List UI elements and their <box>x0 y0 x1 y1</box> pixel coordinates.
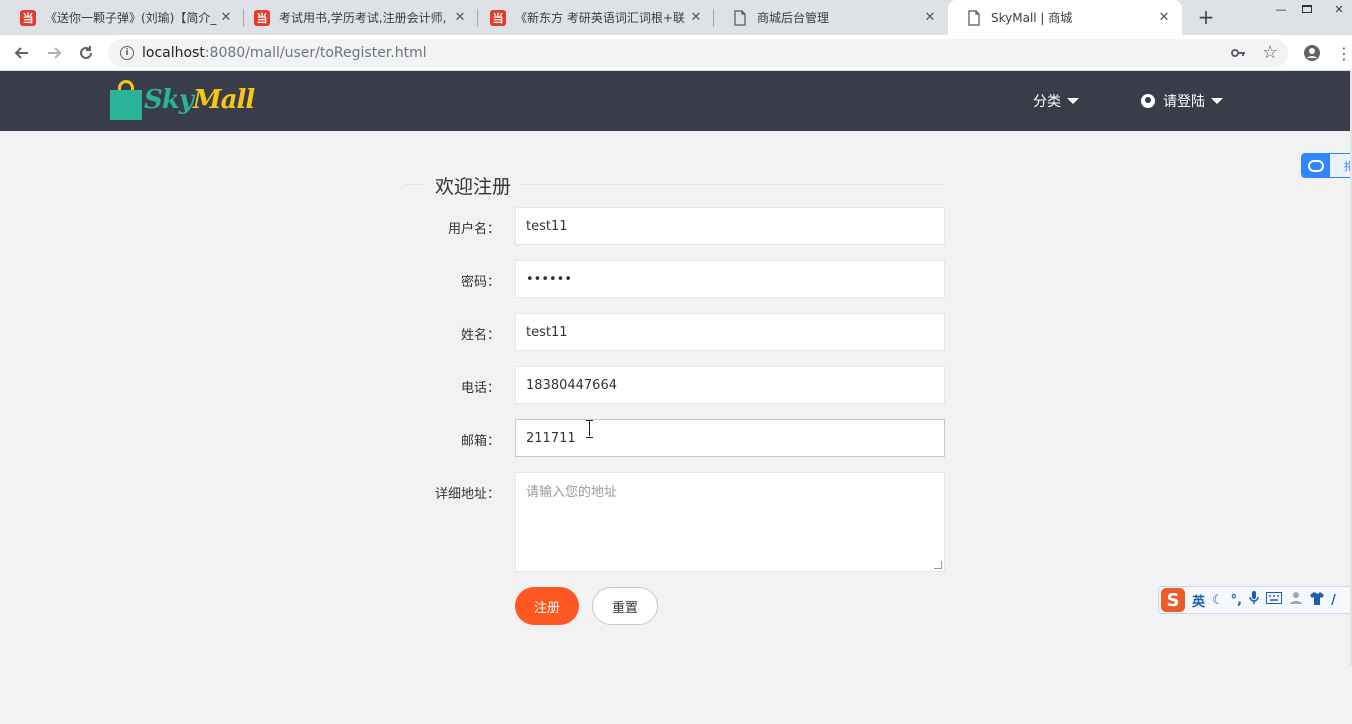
page-icon <box>966 9 982 26</box>
tab-title: 《新东方 考研英语词汇词根+联 <box>515 11 685 25</box>
browser-toolbar: i localhost :8080/mall/user/toRegister.h… <box>0 35 1352 71</box>
skin-shirt-icon[interactable] <box>1310 591 1325 609</box>
back-icon[interactable] <box>10 41 34 65</box>
password-label: 密码： <box>460 275 500 290</box>
info-icon[interactable]: i <box>120 46 134 60</box>
new-tab-button[interactable]: + <box>1195 6 1217 28</box>
tab-admin[interactable]: 商城后台管理 ✕ <box>714 0 948 35</box>
email-label: 邮箱： <box>460 434 500 449</box>
user-group-icon[interactable] <box>1289 591 1303 609</box>
close-icon[interactable]: ✕ <box>1156 10 1172 26</box>
nav-category[interactable]: 分类 <box>1033 71 1079 131</box>
phone-value: 18380447664 <box>526 377 617 393</box>
address-textarea[interactable]: 请输入您的地址 <box>515 472 945 572</box>
skymall-logo[interactable]: SkyMall <box>110 80 255 120</box>
tab-skymall[interactable]: SkyMall | 商城 ✕ <box>948 0 1182 35</box>
close-icon[interactable]: ✕ <box>218 10 234 26</box>
name-value: test11 <box>526 324 568 340</box>
moon-icon[interactable]: ☾ <box>1212 593 1224 608</box>
text-cursor-icon <box>586 420 594 438</box>
dangdang-icon: 当 <box>254 9 270 26</box>
tab-title: 商城后台管理 <box>757 11 830 25</box>
restore-icon[interactable] <box>1294 0 1320 18</box>
name-input[interactable]: test11 <box>515 313 945 351</box>
name-label: 姓名： <box>460 328 500 343</box>
key-icon[interactable] <box>1230 45 1246 65</box>
password-value: •••••• <box>526 271 573 287</box>
logo-text-sky: Sky <box>144 85 194 115</box>
url-host: localhost <box>142 45 205 61</box>
caret-down-icon <box>1067 98 1079 104</box>
tab-title: 《送你一颗子弹》(刘瑜)【简介_ <box>45 11 217 25</box>
minimize-icon[interactable]: — <box>1268 0 1294 18</box>
address-bar[interactable]: i localhost :8080/mall/user/toRegister.h… <box>108 39 1288 67</box>
keyboard-icon[interactable] <box>1266 592 1283 608</box>
tools-icon[interactable]: / <box>1331 593 1336 608</box>
username-input[interactable]: test11 <box>515 207 945 245</box>
dangdang-icon: 当 <box>490 9 506 26</box>
dangdang-icon: 当 <box>20 9 36 26</box>
forward-icon[interactable] <box>42 41 66 65</box>
close-icon[interactable]: ✕ <box>922 10 938 26</box>
browser-tab-strip: 当 《送你一颗子弹》(刘瑜)【简介_ ✕ 当 考试用书,学历考试,注册会计师, … <box>0 0 1352 35</box>
punctuation-icon[interactable]: °, <box>1231 593 1242 608</box>
register-button[interactable]: 注册 <box>515 587 579 625</box>
email-input[interactable]: 211711 <box>515 419 945 457</box>
nav-category-label: 分类 <box>1033 94 1061 110</box>
baidu-widget[interactable]: 拖 <box>1301 153 1352 178</box>
phone-label: 电话： <box>460 381 500 396</box>
tab-dangdang-exam-books[interactable]: 当 考试用书,学历考试,注册会计师, ✕ <box>236 0 478 35</box>
form-title: 欢迎注册 <box>425 172 522 199</box>
nav-login[interactable]: 请登陆 <box>1141 71 1223 131</box>
tab-dangdang-vocab-book[interactable]: 当 《新东方 考研英语词汇词根+联 ✕ <box>472 0 714 35</box>
ime-mode-toggle[interactable]: 英 <box>1192 591 1205 610</box>
form-legend: 欢迎注册 <box>405 172 945 199</box>
logo-text-mall: Mall <box>192 85 255 115</box>
phone-input[interactable]: 18380447664 <box>515 366 945 404</box>
username-value: test11 <box>526 218 568 234</box>
email-value: 211711 <box>526 430 576 446</box>
url-path: :8080/mall/user/toRegister.html <box>204 45 427 61</box>
bookmark-star-icon[interactable]: ☆ <box>1262 42 1278 63</box>
address-placeholder: 请输入您的地址 <box>526 485 618 500</box>
caret-down-icon <box>1211 98 1223 104</box>
menu-icon[interactable]: ⋮ <box>1332 41 1352 65</box>
close-icon[interactable]: ✕ <box>452 10 468 26</box>
baidu-cloud-icon <box>1302 154 1330 177</box>
ime-toolbar: S 英 ☾ °, / <box>1158 586 1352 614</box>
microphone-icon[interactable] <box>1249 591 1259 609</box>
close-icon[interactable]: ✕ <box>688 10 704 26</box>
user-icon <box>1141 94 1155 108</box>
shopping-bag-icon <box>110 80 142 120</box>
sogou-logo-icon[interactable]: S <box>1161 588 1185 612</box>
tab-title: 考试用书,学历考试,注册会计师, <box>279 11 447 25</box>
tab-title: SkyMall | 商城 <box>991 11 1073 25</box>
window-close-icon[interactable]: ✕ <box>1326 0 1352 18</box>
username-label: 用户名： <box>447 222 500 237</box>
password-input[interactable]: •••••• <box>515 260 945 298</box>
page-icon <box>732 9 748 26</box>
tab-dangdang-book-1[interactable]: 当 《送你一颗子弹》(刘瑜)【简介_ ✕ <box>2 0 244 35</box>
reset-button[interactable]: 重置 <box>592 587 658 625</box>
nav-login-label: 请登陆 <box>1163 94 1205 110</box>
reload-icon[interactable] <box>74 41 98 65</box>
site-header: SkyMall 分类 请登陆 <box>0 71 1352 131</box>
address-label: 详细地址： <box>434 487 500 502</box>
account-icon[interactable] <box>1300 41 1324 65</box>
resize-handle-icon[interactable] <box>934 561 942 569</box>
